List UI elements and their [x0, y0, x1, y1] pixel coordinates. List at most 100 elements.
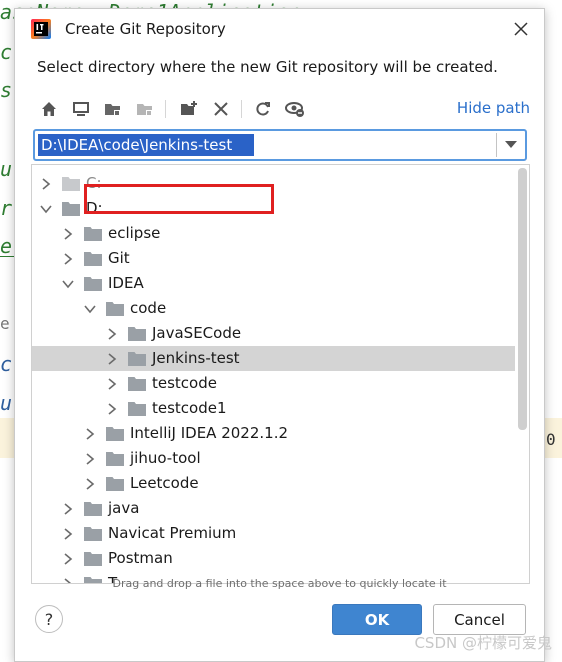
module-folder-icon: [137, 104, 152, 116]
close-button[interactable]: [510, 18, 532, 40]
module-folder-button[interactable]: [133, 97, 157, 121]
folder-icon: [84, 527, 102, 541]
tree-node-label: Git: [108, 249, 130, 267]
show-hidden-icon: [285, 102, 304, 117]
close-icon: [514, 22, 528, 36]
chevron-right-icon[interactable]: [84, 453, 96, 465]
tree-node-label: java: [108, 499, 140, 517]
tree-node[interactable]: JavaSECode: [32, 321, 515, 346]
tree-node-label: testcode1: [152, 399, 227, 417]
tree-node-label: IntelliJ IDEA 2022.1.2: [130, 424, 289, 442]
ok-button[interactable]: OK: [332, 604, 422, 635]
editor-line: u: [0, 391, 13, 415]
editor-underline: [0, 256, 14, 257]
editor-line: r: [0, 196, 13, 220]
watermark: CSDN @柠檬可爱鬼: [414, 634, 552, 652]
chevron-right-icon[interactable]: [62, 553, 74, 565]
tree-node-label: IDEA: [108, 274, 144, 292]
tree-node[interactable]: IDEA: [32, 271, 515, 296]
file-chooser-toolbar: Hide path: [37, 95, 532, 123]
intellij-app-icon: [31, 19, 51, 39]
tree-node-label: D:: [86, 199, 103, 217]
path-combobox[interactable]: [33, 129, 527, 161]
tree-node[interactable]: eclipse: [32, 221, 515, 246]
show-hidden-button[interactable]: [283, 97, 307, 121]
drop-hint: Drag and drop a file into the space abov…: [112, 577, 447, 590]
tree-node[interactable]: code: [32, 296, 515, 321]
folder-icon: [128, 327, 146, 341]
folder-icon: [84, 502, 102, 516]
editor-line: e: [0, 314, 10, 333]
chevron-right-icon[interactable]: [62, 253, 74, 265]
chevron-down-icon[interactable]: [40, 203, 52, 215]
tree-node-label: testcode: [152, 374, 217, 392]
editor-line: s: [0, 78, 13, 102]
tree-node[interactable]: Git: [32, 246, 515, 271]
folder-icon: [106, 302, 124, 316]
home-button[interactable]: [37, 97, 61, 121]
chevron-right-icon[interactable]: [84, 428, 96, 440]
tree-node-label: Leetcode: [130, 474, 199, 492]
folder-icon: [128, 377, 146, 391]
hide-path-link[interactable]: Hide path: [457, 99, 530, 117]
chevron-right-icon[interactable]: [106, 403, 118, 415]
new-folder-icon: [181, 101, 197, 115]
chevron-right-icon[interactable]: [106, 328, 118, 340]
dialog-titlebar[interactable]: Create Git Repository: [15, 9, 544, 49]
folder-icon: [106, 477, 124, 491]
chevron-right-icon[interactable]: [62, 228, 74, 240]
chevron-right-icon[interactable]: [106, 353, 118, 365]
folder-icon: [106, 452, 124, 466]
desktop-icon: [73, 102, 89, 116]
editor-line: c: [0, 352, 13, 376]
chevron-down-icon[interactable]: [84, 303, 96, 315]
folder-icon: [106, 427, 124, 441]
editor-line: u: [0, 157, 13, 181]
folder-icon: [128, 352, 146, 366]
chevron-down-icon[interactable]: [62, 278, 74, 290]
chevron-right-icon[interactable]: [84, 478, 96, 490]
folder-icon: [62, 177, 80, 191]
chevron-down-icon: [505, 141, 517, 148]
editor-highlight-band: [0, 418, 14, 458]
tree-node[interactable]: Navicat Premium: [32, 521, 515, 546]
tree-node[interactable]: C:: [32, 171, 515, 196]
folder-icon: [84, 252, 102, 266]
tree-node[interactable]: D:: [32, 196, 515, 221]
tree-node-label: Jenkins-test: [152, 349, 240, 367]
delete-icon: [214, 102, 228, 116]
chevron-right-icon[interactable]: [62, 528, 74, 540]
tree-node[interactable]: IntelliJ IDEA 2022.1.2: [32, 421, 515, 446]
path-input[interactable]: [38, 134, 254, 156]
folder-icon: [84, 552, 102, 566]
toolbar-separator: [165, 100, 166, 118]
tree-node[interactable]: Jenkins-test: [32, 346, 515, 371]
tree-node[interactable]: testcode: [32, 371, 515, 396]
folder-icon: [84, 227, 102, 241]
tree-node-label: Postman: [108, 549, 173, 567]
dialog-title: Create Git Repository: [65, 20, 226, 38]
editor-line: e: [0, 234, 13, 258]
refresh-icon: [256, 102, 270, 116]
cancel-button[interactable]: Cancel: [433, 604, 526, 635]
tree-node[interactable]: jihuo-tool: [32, 446, 515, 471]
tree-node[interactable]: testcode1: [32, 396, 515, 421]
chevron-right-icon[interactable]: [40, 178, 52, 190]
tree-node[interactable]: Leetcode: [32, 471, 515, 496]
directory-tree[interactable]: T Postman Navicat Premium java Leetcode jihuo…: [31, 164, 530, 584]
refresh-button[interactable]: [251, 97, 275, 121]
help-button[interactable]: ?: [35, 605, 63, 633]
create-git-repository-dialog: Create Git Repository Select directory w…: [14, 8, 545, 662]
project-folder-button[interactable]: [101, 97, 125, 121]
tree-node[interactable]: Postman: [32, 546, 515, 571]
new-folder-button[interactable]: [177, 97, 201, 121]
desktop-button[interactable]: [69, 97, 93, 121]
folder-icon: [84, 277, 102, 291]
project-folder-icon: [105, 104, 120, 116]
delete-button[interactable]: [209, 97, 233, 121]
combo-dropdown-button[interactable]: [497, 131, 525, 159]
tree-scrollbar[interactable]: [518, 168, 527, 430]
tree-node[interactable]: java: [32, 496, 515, 521]
chevron-right-icon[interactable]: [62, 503, 74, 515]
chevron-right-icon[interactable]: [106, 378, 118, 390]
